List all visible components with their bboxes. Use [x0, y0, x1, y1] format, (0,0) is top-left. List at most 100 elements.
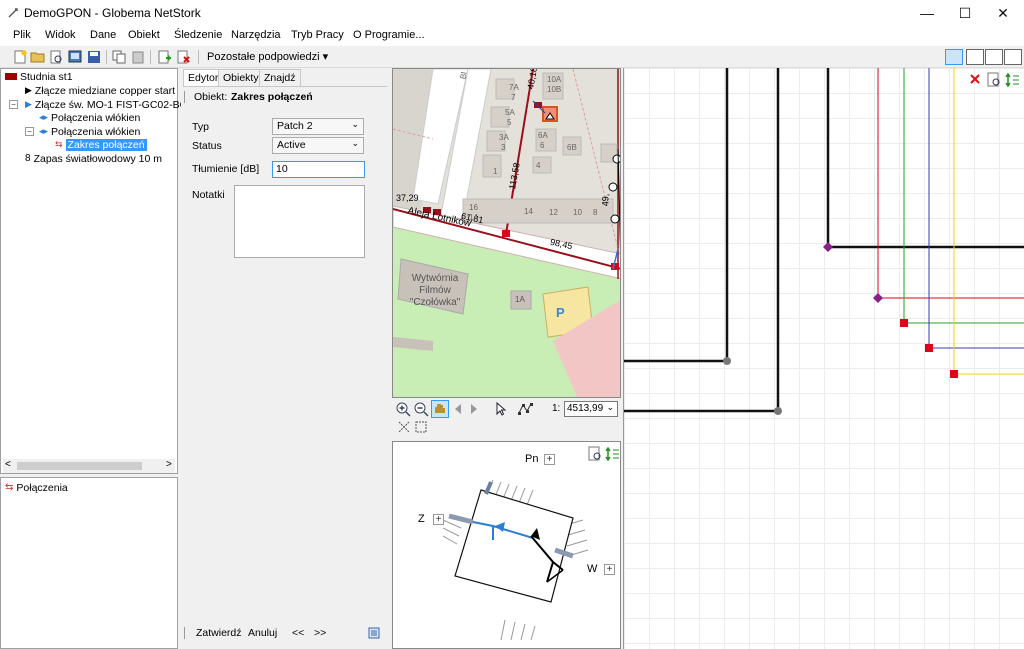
type-select[interactable]: Patch 2 ⌄ — [272, 118, 364, 135]
address-label: 8 — [593, 208, 598, 217]
address-label: 6B — [567, 143, 577, 152]
address-label: 16 — [469, 203, 478, 212]
tab-objects[interactable]: Obiekty — [218, 69, 264, 86]
east-expand-button[interactable]: + — [604, 564, 615, 575]
object-tree: Studnia st1 ▶ Złącze miedziane copper st… — [0, 68, 193, 474]
measure-tool-icon[interactable] — [397, 420, 411, 434]
tree-item-fiber-joint[interactable]: ▶ Złącze św. MO-1 FIST-GC02-BC1 — [25, 98, 193, 111]
scroll-right-button[interactable]: > — [166, 459, 172, 470]
north-label: Pn — [525, 453, 539, 465]
distance-label: 49, — [600, 193, 611, 207]
connections-item[interactable]: ⇆ Połączenia — [5, 481, 68, 494]
object-label: Obiekt: — [194, 91, 228, 103]
type-label: Typ — [192, 121, 209, 133]
building-name-line1: Wytwórnia — [411, 273, 459, 284]
add-object-icon[interactable] — [156, 49, 172, 65]
fiber-coil-icon: 8 — [25, 153, 31, 164]
save-icon[interactable] — [86, 49, 102, 65]
open-folder-icon[interactable] — [30, 49, 46, 65]
address-label: 7 — [511, 93, 516, 102]
maximize-button[interactable]: ☐ — [946, 0, 984, 26]
collapse-toggle[interactable]: − — [25, 127, 34, 136]
expand-collapse-icon[interactable] — [1004, 72, 1020, 88]
tree-horizontal-scrollbar[interactable]: < > — [3, 459, 175, 473]
connection-range-icon: ⇆ — [55, 139, 63, 149]
distance-label: 37,29 — [396, 193, 419, 203]
layout-split-button[interactable] — [1004, 49, 1022, 65]
editor-form: Obiekt: Zakres połączeń Typ Patch 2 ⌄ Sta… — [183, 86, 387, 629]
scroll-left-button[interactable]: < — [5, 459, 11, 470]
menu-plik[interactable]: Plik — [13, 29, 31, 41]
tree-item-fiber-connections-2[interactable]: ◂▸ Połączenia włókien — [39, 125, 140, 138]
status-select[interactable]: Active ⌄ — [272, 137, 364, 154]
schematic-view[interactable] — [623, 68, 1024, 649]
menu-dane[interactable]: Dane — [90, 29, 116, 41]
cancel-button[interactable]: Anuluj — [248, 627, 277, 639]
select-pointer-icon[interactable] — [493, 401, 509, 417]
scale-select[interactable]: 4513,99 ⌄ — [564, 401, 618, 417]
layout-four-panels-button[interactable] — [945, 49, 963, 65]
address-label: 12 — [549, 208, 558, 217]
window-title: DemoGPON - Globema NetStork — [24, 6, 201, 20]
tree-item-copper-joint[interactable]: ▶ Złącze miedziane copper start — [25, 84, 175, 97]
manhole-diagram[interactable] — [443, 470, 593, 640]
pan-hand-icon[interactable] — [431, 400, 449, 418]
attenuation-input[interactable]: 10 — [272, 161, 365, 178]
map-view[interactable]: Aleja Lotników Wytwórnia Filmów "Czołówk… — [392, 68, 621, 398]
previous-button[interactable]: << — [292, 627, 304, 639]
tree-item-root[interactable]: Studnia st1 — [5, 70, 73, 83]
toolbar: Pozostałe podpowiedzi ▾ — [0, 46, 1024, 68]
connections-panel: ⇆ Połączenia — [0, 477, 178, 649]
new-document-icon[interactable] — [12, 49, 28, 65]
notes-textarea[interactable] — [234, 185, 365, 258]
address-label: 14 — [524, 207, 533, 216]
app-icon — [8, 8, 18, 18]
delete-object-icon[interactable] — [175, 49, 191, 65]
zoom-in-icon[interactable] — [395, 401, 411, 417]
node-edit-icon[interactable] — [517, 401, 533, 417]
scroll-thumb[interactable] — [17, 462, 142, 470]
map-toolbar: 1: 4513,99 ⌄ — [392, 398, 621, 438]
area-select-icon[interactable] — [414, 420, 428, 434]
copy-icon[interactable] — [111, 49, 127, 65]
menu-widok[interactable]: Widok — [45, 29, 76, 41]
close-schematic-icon[interactable] — [969, 73, 981, 85]
chevron-down-icon: ⌄ — [351, 138, 359, 148]
panel-settings-icon[interactable] — [368, 627, 380, 639]
print-preview-icon[interactable] — [48, 49, 64, 65]
tab-find[interactable]: Znajdź — [259, 69, 301, 86]
close-window-button[interactable]: ✕ — [984, 0, 1022, 26]
tree-item-connection-range[interactable]: ⇆ Zakres połączeń — [55, 138, 147, 151]
play-arrow-icon: ▶ — [25, 85, 32, 95]
next-view-icon[interactable] — [468, 402, 480, 416]
building-name-line3: "Czołówka" — [409, 297, 461, 308]
menu-o-programie[interactable]: O Programie... — [353, 29, 425, 41]
hints-dropdown[interactable]: Pozostałe podpowiedzi ▾ — [207, 50, 328, 63]
north-expand-button[interactable]: + — [544, 454, 555, 465]
zoom-fit-icon[interactable] — [587, 446, 603, 462]
address-label: 5A — [505, 108, 515, 117]
menu-sledzenie[interactable]: Śledzenie — [174, 29, 222, 41]
screen-icon[interactable] — [67, 49, 83, 65]
expand-collapse-icon[interactable] — [604, 446, 620, 462]
address-label: 1 — [493, 167, 498, 176]
menu-obiekt[interactable]: Obiekt — [128, 29, 160, 41]
minimize-button[interactable]: — — [908, 0, 946, 26]
zoom-fit-icon[interactable] — [986, 72, 1002, 88]
object-name: Zakres połączeń — [231, 91, 313, 103]
building-name-line2: Filmów — [419, 285, 451, 296]
tree-item-fiber-reserve[interactable]: 8 Zapas światłowodowy 10 m — [25, 152, 162, 165]
zoom-out-icon[interactable] — [413, 401, 429, 417]
layout-three-panels-button[interactable] — [966, 49, 984, 65]
building-1a-label: 1A — [515, 295, 525, 304]
menu-narzedzia[interactable]: Narzędzia — [231, 29, 281, 41]
editor-footer: Zatwierdź Anuluj << >> — [181, 623, 387, 645]
menu-tryb-pracy[interactable]: Tryb Pracy — [291, 29, 344, 41]
tree-item-fiber-connections-1[interactable]: ◂▸ Połączenia włókien — [39, 111, 140, 124]
paste-icon[interactable] — [130, 49, 146, 65]
layout-two-panels-button[interactable] — [985, 49, 1003, 65]
previous-view-icon[interactable] — [452, 402, 464, 416]
confirm-button[interactable]: Zatwierdź — [196, 627, 242, 639]
collapse-toggle[interactable]: − — [9, 100, 18, 109]
next-button[interactable]: >> — [314, 627, 326, 639]
